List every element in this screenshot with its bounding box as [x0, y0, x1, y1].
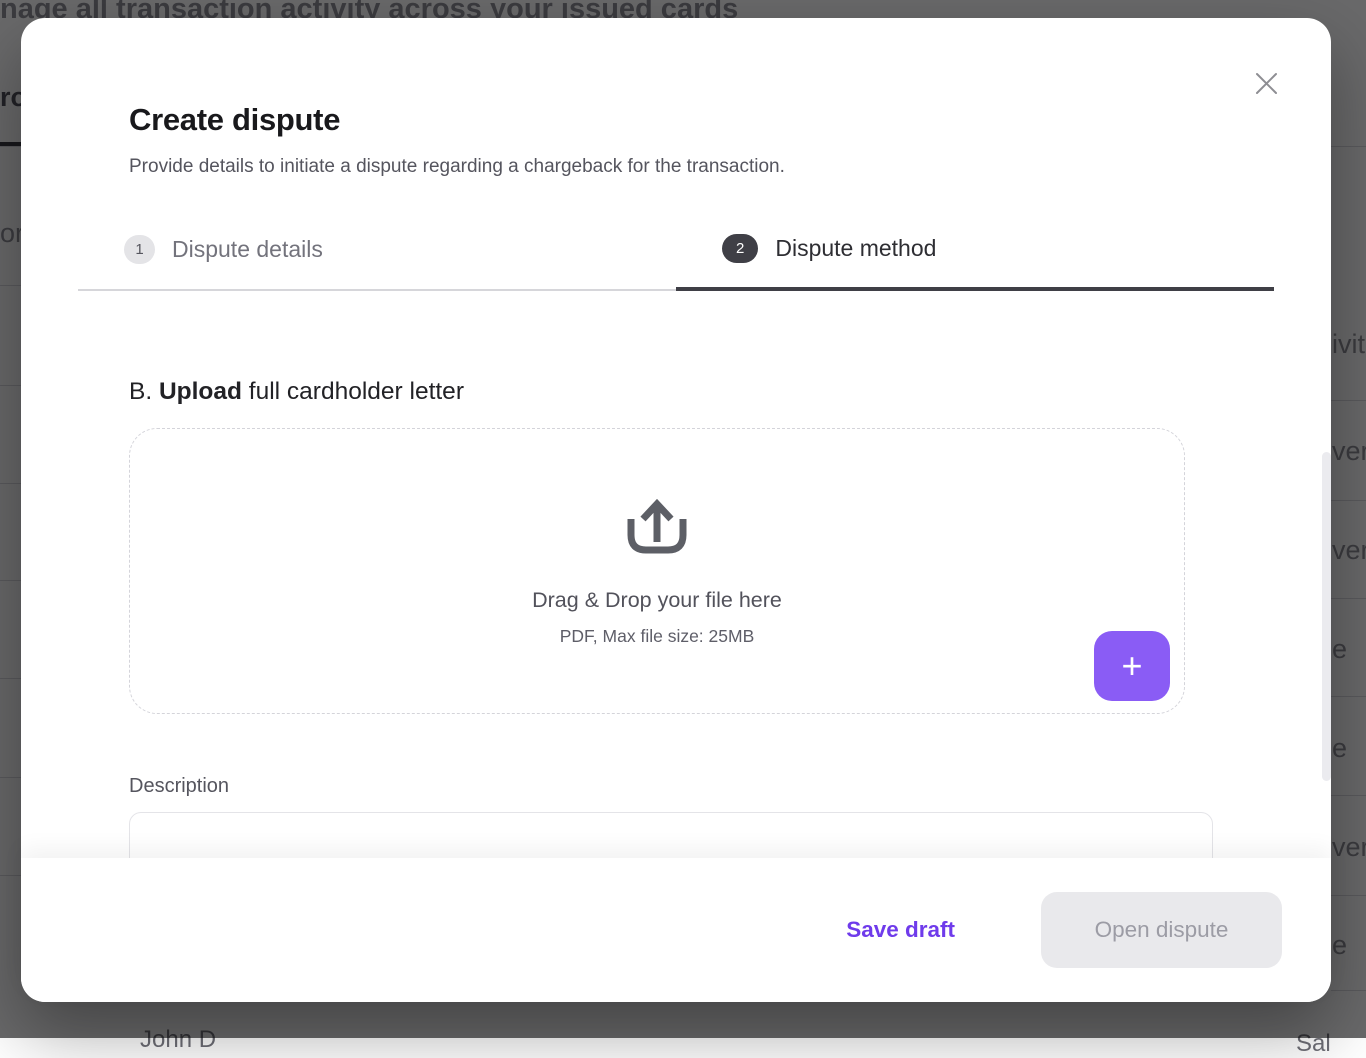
- dropzone-drag-text: Drag & Drop your file here: [532, 588, 782, 613]
- tab-dispute-details[interactable]: 1 Dispute details: [78, 230, 676, 291]
- heading-rest: full cardholder letter: [242, 378, 464, 405]
- upload-section-heading: B. Upload full cardholder letter: [129, 378, 464, 406]
- add-file-button[interactable]: +: [1094, 631, 1170, 701]
- tab-dispute-method[interactable]: 2 Dispute method: [676, 230, 1274, 291]
- heading-bold: Upload: [159, 378, 242, 405]
- description-label: Description: [129, 775, 229, 798]
- open-dispute-button[interactable]: Open dispute: [1041, 892, 1282, 968]
- step-tabs: 1 Dispute details 2 Dispute method: [78, 230, 1274, 291]
- step-2-badge: 2: [722, 234, 758, 263]
- close-icon: [1255, 72, 1278, 95]
- modal-subtitle: Provide details to initiate a dispute re…: [129, 156, 785, 178]
- upload-icon: [621, 496, 693, 560]
- modal-title: Create dispute: [129, 102, 340, 138]
- modal-scrollbar-thumb[interactable]: [1322, 452, 1331, 781]
- dropzone-file-hint: PDF, Max file size: 25MB: [560, 626, 755, 647]
- step-1-badge: 1: [124, 235, 155, 264]
- close-button[interactable]: [1247, 64, 1285, 102]
- heading-prefix: B.: [129, 378, 159, 405]
- modal-footer: Save draft Open dispute: [21, 858, 1331, 1002]
- step-2-label: Dispute method: [775, 235, 936, 262]
- file-dropzone[interactable]: Drag & Drop your file here PDF, Max file…: [129, 428, 1185, 714]
- save-draft-button[interactable]: Save draft: [846, 917, 955, 943]
- create-dispute-modal: Create dispute Provide details to initia…: [21, 18, 1331, 1002]
- step-1-label: Dispute details: [172, 236, 323, 263]
